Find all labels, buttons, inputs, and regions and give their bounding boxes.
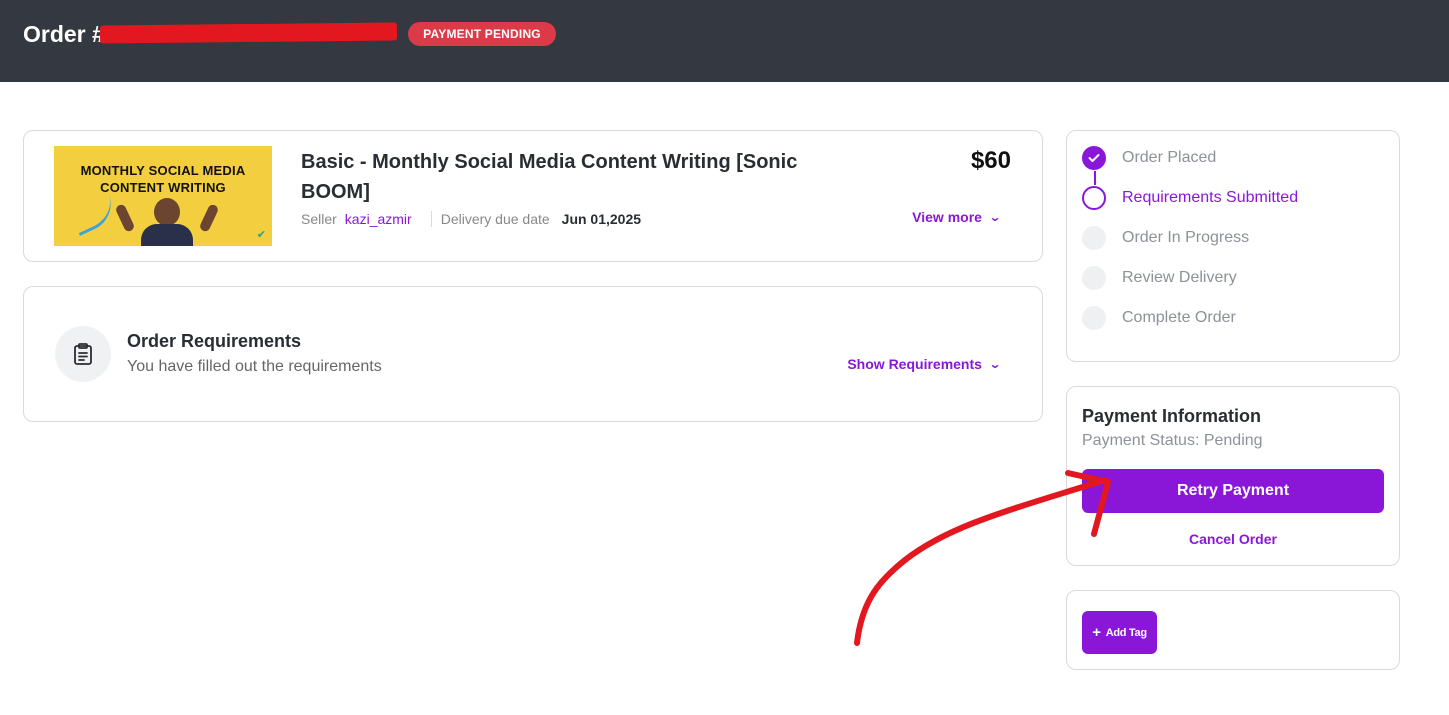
step-review-delivery: Review Delivery xyxy=(1082,265,1237,291)
step-label: Order Placed xyxy=(1122,149,1217,166)
cancel-order-link[interactable]: Cancel Order xyxy=(1067,531,1399,547)
thumbnail-arm-right xyxy=(198,203,220,233)
payment-title: Payment Information xyxy=(1082,406,1262,426)
order-progress-card: Order Placed Requirements Submitted Orde… xyxy=(1066,130,1400,362)
seller-label: Seller xyxy=(301,211,337,227)
requirements-title: Order Requirements xyxy=(127,331,302,351)
delivery-label: Delivery due date xyxy=(440,211,550,227)
view-more-label: View more xyxy=(912,209,982,225)
show-requirements-label: Show Requirements xyxy=(847,356,982,372)
view-more-button[interactable]: View more ⌄ xyxy=(912,209,1002,225)
delivery-date: Jun 01,2025 xyxy=(561,211,642,227)
requirements-subtitle: You have filled out the requirements xyxy=(127,358,382,375)
step-requirements-submitted: Requirements Submitted xyxy=(1082,185,1298,211)
pending-step-icon xyxy=(1082,226,1106,250)
pending-step-icon xyxy=(1082,266,1106,290)
thumbnail-head xyxy=(154,198,180,226)
step-order-in-progress: Order In Progress xyxy=(1082,225,1249,251)
order-title: Order # xyxy=(23,21,105,47)
step-complete-order: Complete Order xyxy=(1082,305,1236,331)
add-tag-label: Add Tag xyxy=(1105,626,1147,639)
order-price: $60 xyxy=(970,147,1011,174)
gig-title[interactable]: Basic - Monthly Social Media Content Wri… xyxy=(301,147,841,207)
thumbnail-body xyxy=(141,224,193,246)
redaction-mark xyxy=(99,22,398,44)
plus-icon: + xyxy=(1092,624,1101,641)
thumbnail-doodle xyxy=(68,192,120,236)
tag-card: + Add Tag xyxy=(1066,590,1400,670)
order-meta: Seller kazi_azmir Delivery due date Jun … xyxy=(301,211,641,227)
show-requirements-button[interactable]: Show Requirements ⌄ xyxy=(847,356,1002,372)
check-icon xyxy=(1082,146,1106,170)
payment-status: Payment Status: Pending xyxy=(1082,432,1263,449)
thumbnail-person xyxy=(139,198,195,246)
step-label: Review Delivery xyxy=(1122,269,1237,286)
product-card: MONTHLY SOCIAL MEDIA CONTENT WRITING ✔ B… xyxy=(23,130,1043,262)
payment-card: Payment Information Payment Status: Pend… xyxy=(1066,386,1400,566)
current-step-icon xyxy=(1082,186,1106,210)
thumbnail-text: MONTHLY SOCIAL MEDIA CONTENT WRITING xyxy=(80,163,246,195)
gig-thumbnail[interactable]: MONTHLY SOCIAL MEDIA CONTENT WRITING ✔ xyxy=(54,146,272,246)
step-connector xyxy=(1094,171,1096,185)
chevron-down-icon: ⌄ xyxy=(988,210,1002,224)
pending-step-icon xyxy=(1082,306,1106,330)
step-order-placed: Order Placed xyxy=(1082,145,1216,171)
thumbnail-arm-left xyxy=(114,203,136,233)
thumbnail-logo-icon: ✔ xyxy=(256,229,266,241)
payment-status-badge: PAYMENT PENDING xyxy=(408,22,556,46)
add-tag-button[interactable]: + Add Tag xyxy=(1082,611,1157,654)
retry-payment-button[interactable]: Retry Payment xyxy=(1082,469,1384,513)
step-label: Complete Order xyxy=(1122,309,1236,326)
seller-link[interactable]: kazi_azmir xyxy=(345,211,412,227)
top-header: Order # PAYMENT PENDING xyxy=(0,0,1449,82)
chevron-down-icon: ⌄ xyxy=(988,357,1002,371)
clipboard-icon xyxy=(55,326,111,382)
step-label: Order In Progress xyxy=(1122,229,1250,246)
step-label: Requirements Submitted xyxy=(1122,189,1299,206)
requirements-card: Order Requirements You have filled out t… xyxy=(23,286,1043,422)
meta-divider xyxy=(430,211,432,227)
